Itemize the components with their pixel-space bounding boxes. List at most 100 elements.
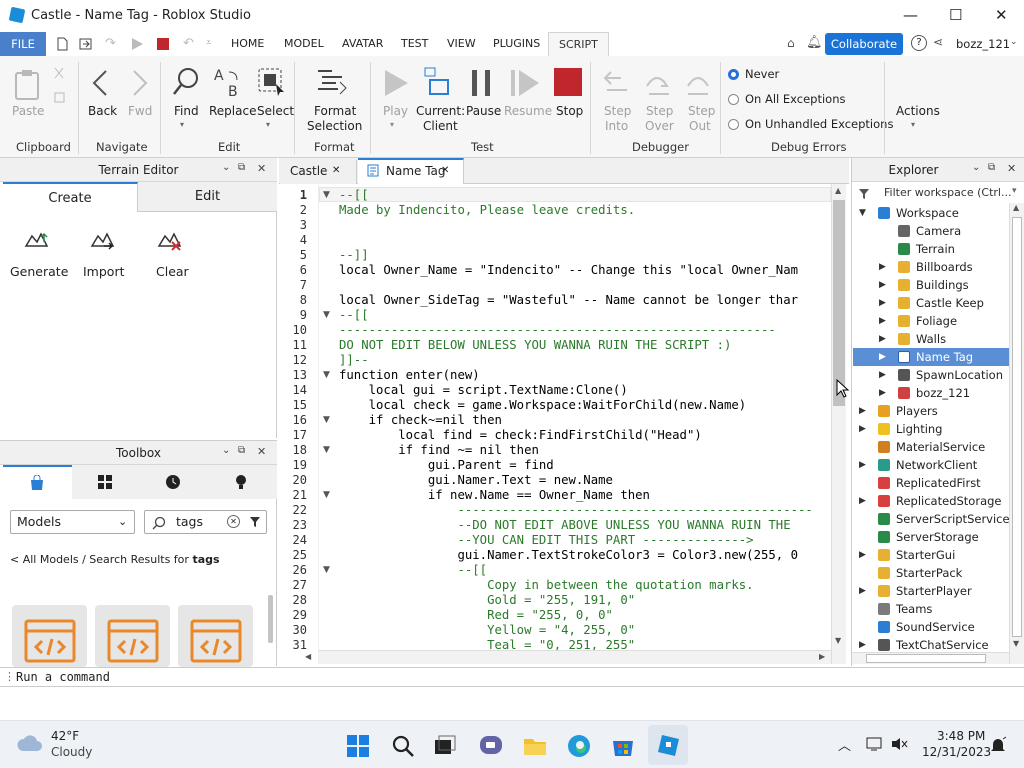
explorer-item[interactable]: StarterGui bbox=[878, 546, 955, 564]
explorer-item[interactable]: Castle Keep bbox=[898, 294, 984, 312]
collaborate-button[interactable]: Collaborate bbox=[825, 33, 903, 55]
format-selection-icon[interactable] bbox=[316, 68, 350, 98]
code-line[interactable]: gui.Parent = find bbox=[339, 458, 554, 473]
on-unhandled-exceptions-radio[interactable] bbox=[728, 119, 739, 130]
model-thumbnail[interactable] bbox=[95, 605, 170, 667]
explorer-item[interactable]: Terrain bbox=[898, 240, 955, 258]
explorer-item[interactable]: ServerScriptService bbox=[878, 510, 1010, 528]
undo-icon[interactable]: ↶ bbox=[183, 36, 194, 51]
current-client-icon[interactable] bbox=[422, 66, 452, 100]
tab-recent-clock-icon[interactable] bbox=[165, 474, 181, 490]
current-client-line2[interactable]: Client bbox=[423, 119, 458, 133]
toolbox-scrollbar[interactable] bbox=[268, 595, 273, 643]
generate-icon[interactable] bbox=[24, 228, 50, 252]
never-radio[interactable] bbox=[728, 69, 739, 80]
panel-close-icon[interactable]: ✕ bbox=[257, 162, 266, 175]
step-out-icon[interactable] bbox=[684, 68, 714, 98]
task-view-icon[interactable] bbox=[433, 734, 457, 758]
model-thumbnail[interactable] bbox=[178, 605, 253, 667]
tab-close-icon[interactable]: ✕ bbox=[332, 165, 340, 176]
step-into-line2[interactable]: Into bbox=[605, 119, 628, 133]
scroll-down-icon[interactable]: ▼ bbox=[1013, 639, 1019, 648]
play-icon[interactable] bbox=[131, 38, 143, 50]
code-line[interactable]: if find ~= nil then bbox=[339, 443, 539, 458]
editor-tab-name-tag[interactable]: Name Tag ✕ bbox=[358, 158, 464, 185]
command-input[interactable]: Run a command bbox=[16, 670, 110, 684]
close-button[interactable]: ✕ bbox=[995, 6, 1008, 24]
select-icon[interactable] bbox=[256, 66, 288, 100]
cut-icon[interactable] bbox=[52, 66, 66, 80]
code-line[interactable]: ]]-- bbox=[339, 353, 369, 368]
teams-chat-icon[interactable] bbox=[478, 733, 504, 759]
code-line[interactable]: function enter(new) bbox=[339, 368, 480, 383]
step-over-line2[interactable]: Over bbox=[645, 119, 674, 133]
maximize-button[interactable]: ☐ bbox=[949, 6, 962, 24]
explorer-item[interactable]: ServerStorage bbox=[878, 528, 979, 546]
network-icon[interactable] bbox=[865, 736, 883, 752]
expand-arrow-icon[interactable]: ▶ bbox=[859, 424, 866, 434]
microsoft-store-icon[interactable] bbox=[610, 733, 636, 759]
clock-date[interactable]: 12/31/2023 bbox=[922, 745, 991, 759]
code-line[interactable]: ----------------------------------------… bbox=[339, 503, 812, 518]
code-line[interactable]: gui.Namer.Text = new.Name bbox=[339, 473, 613, 488]
scroll-down-icon[interactable]: ▼ bbox=[835, 636, 841, 645]
fold-toggle-icon[interactable]: ▼ bbox=[323, 415, 330, 425]
explorer-item[interactable]: MaterialService bbox=[878, 438, 985, 456]
explorer-item[interactable]: Teams bbox=[878, 600, 932, 618]
file-explorer-icon[interactable] bbox=[522, 733, 548, 759]
code-line[interactable]: --[[ bbox=[339, 308, 369, 323]
code-line[interactable]: --[[ bbox=[339, 563, 487, 578]
step-over-line1[interactable]: Step bbox=[646, 104, 673, 118]
fold-toggle-icon[interactable]: ▼ bbox=[323, 190, 330, 200]
paste-button[interactable]: Paste bbox=[12, 104, 44, 118]
model-thumbnail[interactable] bbox=[12, 605, 87, 667]
find-button[interactable]: Find bbox=[174, 104, 199, 118]
format-button-line2[interactable]: Selection bbox=[307, 119, 362, 133]
paste-icon[interactable] bbox=[13, 68, 43, 100]
expand-arrow-icon[interactable]: ▶ bbox=[879, 388, 886, 398]
expand-arrow-icon[interactable]: ▶ bbox=[859, 496, 866, 506]
notification-bell-icon[interactable] bbox=[989, 736, 1007, 754]
weather-condition[interactable]: Cloudy bbox=[51, 745, 92, 759]
expand-arrow-icon[interactable]: ▶ bbox=[859, 550, 866, 560]
scrollbar-thumb[interactable] bbox=[1012, 217, 1022, 637]
tab-script[interactable]: SCRIPT bbox=[548, 32, 609, 57]
code-line[interactable]: --YOU CAN EDIT THIS PART --------------> bbox=[339, 533, 753, 548]
step-over-icon[interactable] bbox=[643, 68, 673, 98]
play-dropdown-icon[interactable]: ▾ bbox=[390, 120, 394, 129]
tab-home[interactable]: HOME bbox=[231, 37, 264, 50]
panel-close-icon[interactable]: ✕ bbox=[1007, 162, 1016, 175]
code-line[interactable]: DO NOT EDIT BELOW UNLESS YOU WANNA RUIN … bbox=[339, 338, 731, 353]
roblox-studio-taskbar-button[interactable] bbox=[648, 725, 688, 765]
user-name[interactable]: bozz_121 bbox=[956, 37, 1010, 51]
filter-dropdown-icon[interactable]: ▾ bbox=[1012, 186, 1017, 196]
play-test-button[interactable]: Play bbox=[383, 104, 408, 118]
on-unhandled-exceptions-label[interactable]: On Unhandled Exceptions bbox=[745, 117, 893, 131]
expand-arrow-icon[interactable]: ▶ bbox=[879, 262, 886, 272]
explorer-item[interactable]: Lighting bbox=[878, 420, 942, 438]
undock-icon[interactable]: ⧉ bbox=[238, 162, 245, 173]
expand-arrow-icon[interactable]: ▶ bbox=[859, 640, 866, 650]
explorer-item[interactable]: SoundService bbox=[878, 618, 975, 636]
explorer-item[interactable]: ReplicatedFirst bbox=[878, 474, 981, 492]
fold-toggle-icon[interactable]: ▼ bbox=[323, 370, 330, 380]
back-button[interactable]: Back bbox=[88, 104, 117, 118]
notifications-icon[interactable]: 🔔︎ bbox=[806, 35, 823, 50]
step-out-line1[interactable]: Step bbox=[688, 104, 715, 118]
step-into-line1[interactable]: Step bbox=[604, 104, 631, 118]
back-icon[interactable] bbox=[89, 68, 111, 98]
tab-model[interactable]: MODEL bbox=[284, 37, 324, 50]
explorer-item[interactable]: ReplicatedStorage bbox=[878, 492, 1002, 510]
code-line[interactable]: --[[ bbox=[339, 188, 369, 203]
fold-toggle-icon[interactable]: ▼ bbox=[323, 445, 330, 455]
forward-icon[interactable] bbox=[129, 68, 151, 98]
actions-dropdown-icon[interactable]: ▾ bbox=[911, 120, 915, 129]
fold-toggle-icon[interactable]: ▼ bbox=[323, 310, 330, 320]
explorer-item[interactable]: Billboards bbox=[898, 258, 973, 276]
on-all-exceptions-radio[interactable] bbox=[728, 94, 739, 105]
scrollbar-thumb[interactable] bbox=[833, 200, 845, 406]
expand-arrow-icon[interactable]: ▶ bbox=[879, 298, 886, 308]
select-button[interactable]: Select bbox=[257, 104, 294, 118]
explorer-item[interactable]: Camera bbox=[898, 222, 961, 240]
editor-horizontal-scrollbar[interactable]: ◀ ▶ bbox=[305, 650, 831, 664]
